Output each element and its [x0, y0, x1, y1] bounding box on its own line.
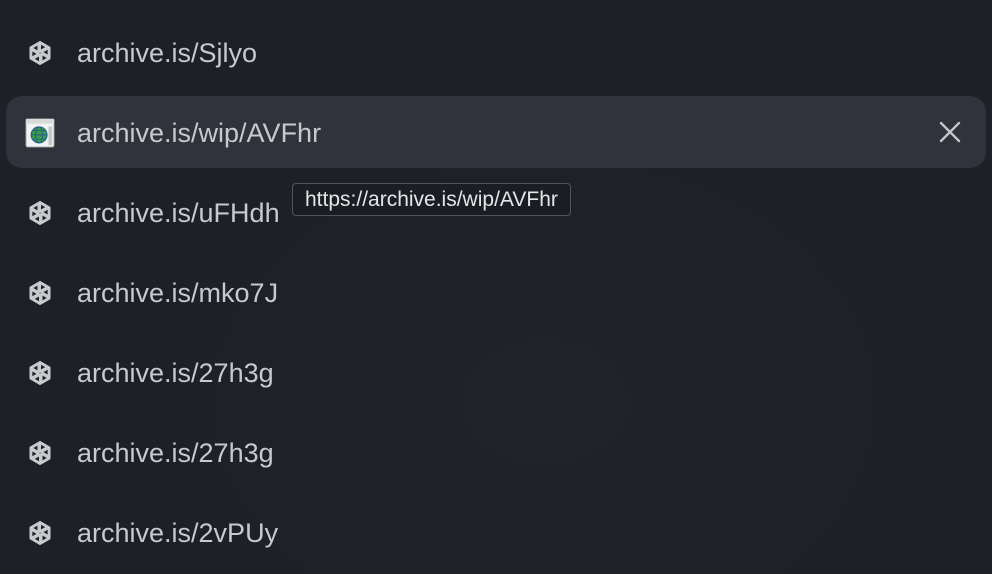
suggestion-url: archive.is/27h3g — [77, 358, 274, 388]
suggestion-url: archive.is/mko7J — [77, 278, 279, 308]
openai-icon — [25, 38, 55, 68]
openai-icon — [25, 438, 55, 468]
openai-icon — [25, 518, 55, 548]
suggestion-row-selected[interactable]: archive.is/wip/AVFhr — [6, 96, 986, 168]
suggestion-row[interactable]: archive.is/27h3g — [6, 336, 986, 408]
suggestion-url: archive.is/wip/AVFhr — [77, 118, 322, 148]
close-icon[interactable] — [934, 116, 966, 148]
suggestion-row[interactable]: archive.is/mko7J — [6, 256, 986, 328]
globe-page-icon — [25, 118, 55, 148]
suggestion-row[interactable]: archive.is/2vPUy — [6, 496, 986, 568]
openai-icon — [25, 358, 55, 388]
suggestion-url: archive.is/uFHdh — [77, 198, 280, 228]
url-tooltip: https://archive.is/wip/AVFhr — [292, 183, 571, 216]
suggestion-url: archive.is/Sjlyo — [77, 38, 258, 68]
url-suggestion-list: archive.is/Sjlyo archive.is/wip/AVFhr ar… — [0, 0, 992, 574]
suggestion-url: archive.is/27h3g — [77, 438, 274, 468]
suggestion-row[interactable]: archive.is/Sjlyo — [6, 16, 986, 88]
openai-icon — [25, 278, 55, 308]
openai-icon — [25, 198, 55, 228]
suggestion-url: archive.is/2vPUy — [77, 518, 279, 548]
suggestion-row[interactable]: archive.is/27h3g — [6, 416, 986, 488]
